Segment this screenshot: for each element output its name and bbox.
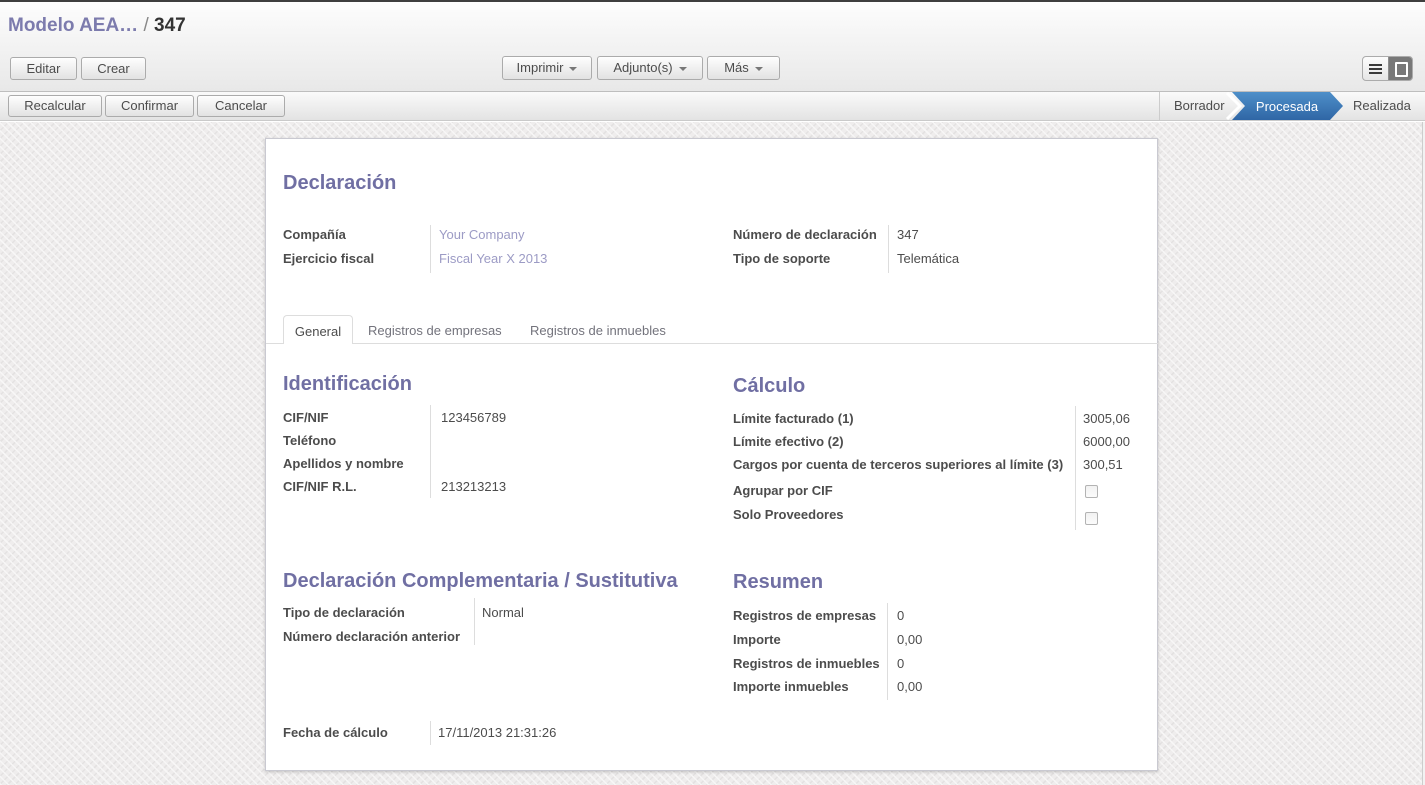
svg-text:Procesada: Procesada [1256,99,1319,114]
